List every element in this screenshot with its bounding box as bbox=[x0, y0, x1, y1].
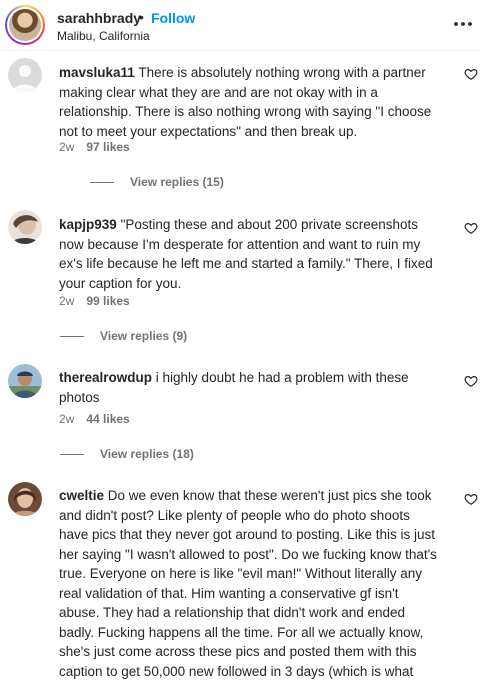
comment-username[interactable]: mavsluka11 bbox=[59, 65, 135, 80]
view-replies-button[interactable]: View replies (9) bbox=[60, 329, 187, 343]
comment-text: cweltie Do we even know that these weren… bbox=[59, 486, 439, 681]
replies-divider bbox=[60, 336, 84, 338]
comment-username[interactable]: kapjp939 bbox=[59, 217, 117, 232]
header-separator: • bbox=[139, 9, 144, 25]
replies-divider bbox=[90, 182, 114, 184]
like-heart-icon[interactable] bbox=[464, 221, 478, 235]
comment-likes[interactable]: 97 likes bbox=[86, 140, 129, 154]
comment-text: kapjp939 "Posting these and about 200 pr… bbox=[59, 215, 439, 293]
view-replies-label[interactable]: View replies (18) bbox=[100, 447, 194, 461]
like-heart-icon[interactable] bbox=[464, 492, 478, 506]
header-username[interactable]: sarahhbrady bbox=[57, 10, 141, 26]
comment-meta: 2w 97 likes bbox=[59, 140, 142, 154]
more-options-icon[interactable] bbox=[452, 13, 474, 35]
comment-meta: 2w 99 likes bbox=[59, 294, 142, 308]
comment-text: mavsluka11 There is absolutely nothing w… bbox=[59, 63, 439, 141]
comment-likes[interactable]: 99 likes bbox=[86, 294, 129, 308]
profile-avatar[interactable] bbox=[5, 5, 45, 45]
like-heart-icon[interactable] bbox=[464, 374, 478, 388]
comment-time[interactable]: 2w bbox=[59, 294, 74, 308]
comment-username[interactable]: therealrowdup bbox=[59, 370, 152, 385]
commenter-avatar[interactable] bbox=[8, 364, 42, 398]
comment-likes[interactable]: 44 likes bbox=[86, 412, 129, 426]
commenter-avatar[interactable] bbox=[8, 482, 42, 516]
comment-meta: 2w 44 likes bbox=[59, 412, 142, 426]
post-header: sarahhbrady • Follow Malibu, California bbox=[0, 0, 480, 51]
replies-divider bbox=[60, 454, 84, 456]
comment-body: Do we even know that these weren't just … bbox=[59, 488, 437, 679]
commenter-avatar[interactable] bbox=[8, 210, 42, 244]
commenter-avatar[interactable] bbox=[8, 58, 42, 92]
comment-text: therealrowdup i highly doubt he had a pr… bbox=[59, 368, 439, 407]
comment-time[interactable]: 2w bbox=[59, 140, 74, 154]
view-replies-label[interactable]: View replies (9) bbox=[100, 329, 187, 343]
comment-username[interactable]: cweltie bbox=[59, 488, 104, 503]
view-replies-button[interactable]: View replies (15) bbox=[90, 175, 224, 189]
view-replies-button[interactable]: View replies (18) bbox=[60, 447, 194, 461]
follow-button[interactable]: Follow bbox=[151, 10, 195, 26]
comment-time[interactable]: 2w bbox=[59, 412, 74, 426]
location-link[interactable]: Malibu, California bbox=[57, 29, 150, 43]
view-replies-label[interactable]: View replies (15) bbox=[130, 175, 224, 189]
like-heart-icon[interactable] bbox=[464, 67, 478, 81]
